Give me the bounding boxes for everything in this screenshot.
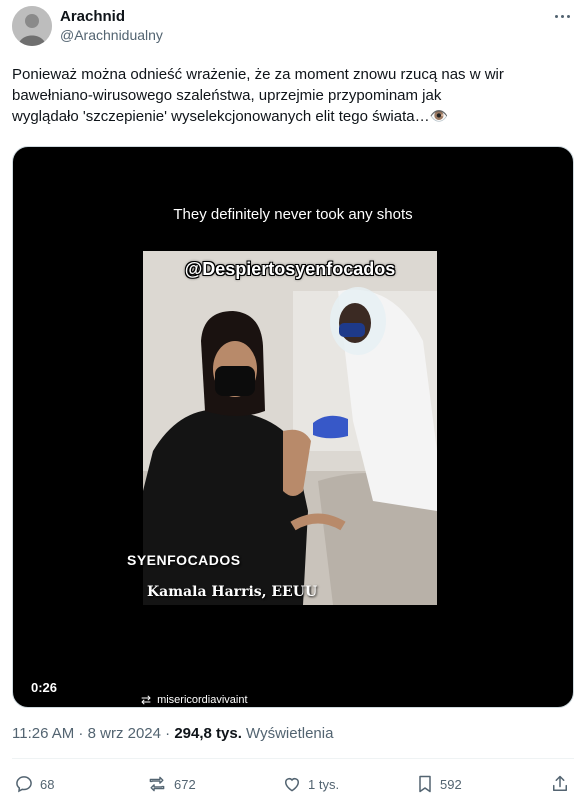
divider [12,758,574,759]
author-name[interactable]: Arachnid [60,8,125,25]
repost-count: 672 [174,776,196,792]
tweet-text-line: wyglądało 'szczepienie' wyselekcjonowany… [12,108,449,125]
video-player[interactable]: They definitely never took any shots @De… [12,146,574,708]
tweet-time[interactable]: 11:26 AM [12,725,74,742]
more-icon[interactable] [549,6,575,26]
tweet-text-line: Ponieważ można odnieść wrażenie, że za m… [12,66,504,83]
author-handle[interactable]: @Arachnidualny [60,27,163,43]
tweet-date[interactable]: 8 wrz 2024 [88,725,161,742]
tweet-text-line: bawełniano-wirusowego szaleństwa, uprzej… [12,87,442,104]
video-watermark: @Despiertosyenfocados [184,259,396,279]
views-label: Wyświetlenia [241,725,334,742]
reply-count: 68 [40,776,55,792]
bookmark-icon [419,775,431,793]
reply-button[interactable]: 68 [14,774,54,794]
video-caption: They definitely never took any shots [173,206,413,223]
video-subtitle: Kamala Harris, EEUU [147,584,318,600]
bookmark-count: 592 [440,776,462,792]
share-button[interactable] [550,774,570,794]
share-icon [553,775,567,791]
video-attribution: ⇄ misericordiavivaint [141,693,248,707]
meta-separator: · [160,725,175,742]
video-duration: 0:26 [31,680,58,695]
avatar[interactable] [12,6,52,46]
video-subtitle: SYENFOCADOS [127,552,241,568]
reply-icon [16,776,32,793]
meta-separator: · [74,725,88,742]
bookmark-button[interactable]: 592 [416,774,462,794]
tweet-meta: 11:26 AM · 8 wrz 2024 · 294,8 tys. Wyświ… [12,725,333,742]
like-button[interactable]: 1 tys. [282,774,339,794]
like-count: 1 tys. [308,776,340,792]
tweet-text: Ponieważ można odnieść wrażenie, że za m… [12,64,574,127]
repost-icon: ⇄ [141,693,152,707]
repost-icon [149,776,165,792]
views-count: 294,8 tys. [174,725,242,742]
attribution-label: misericordiavivaint [157,694,248,706]
repost-button[interactable]: 672 [146,774,196,794]
like-icon [285,778,299,792]
